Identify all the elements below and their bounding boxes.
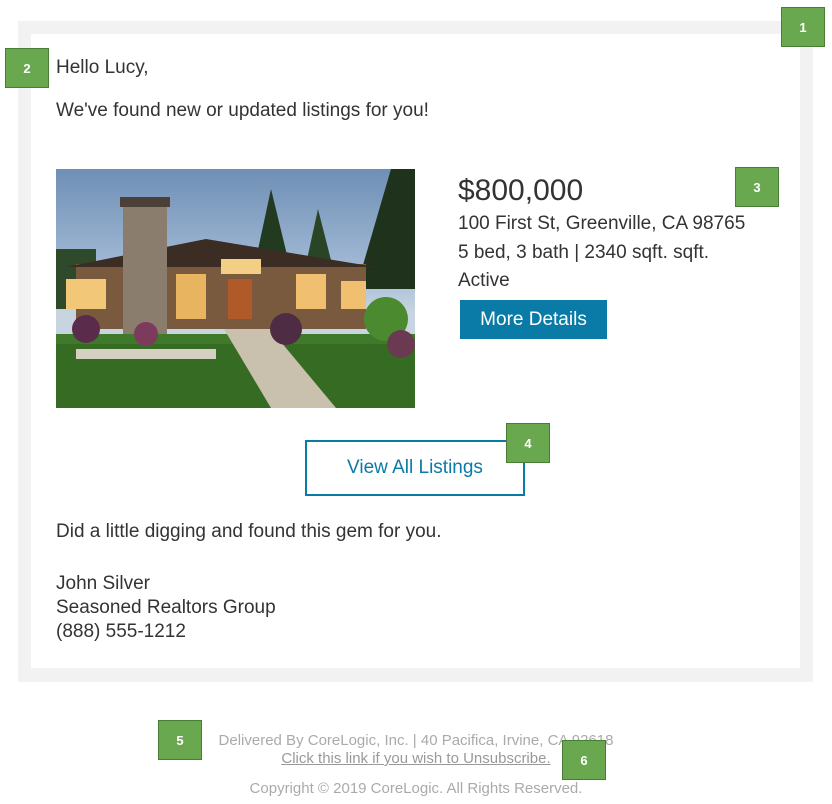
listing-specs: 5 bed, 3 bath | 2340 sqft. sqft. (458, 242, 710, 263)
view-all-listings-button[interactable]: View All Listings (305, 440, 525, 496)
annotation-badge-5: 5 (158, 720, 202, 760)
agent-phone: (888) 555-1212 (56, 621, 186, 642)
annotation-badge-1: 1 (781, 7, 825, 47)
listing-status: Active (458, 270, 510, 291)
greeting-text: Hello Lucy, (56, 57, 149, 78)
agent-company: Seasoned Realtors Group (56, 597, 276, 618)
annotation-badge-2: 2 (5, 48, 49, 88)
house-photo[interactable] (56, 169, 415, 408)
annotation-badge-3: 3 (735, 167, 779, 207)
footer-delivered: Delivered By CoreLogic, Inc. | 40 Pacifi… (218, 732, 614, 749)
annotation-badge-6: 6 (562, 740, 606, 780)
footer-copyright: Copyright © 2019 CoreLogic. All Rights R… (249, 780, 583, 797)
annotation-badge-4: 4 (506, 423, 550, 463)
listing-price: $800,000 (458, 174, 584, 207)
more-details-button[interactable]: More Details (460, 300, 607, 339)
unsubscribe-link[interactable]: Click this link if you wish to Unsubscri… (281, 750, 550, 767)
agent-name: John Silver (56, 573, 150, 594)
agent-signature: John Silver Seasoned Realtors Group (888… (56, 572, 276, 644)
footer-unsubscribe-row: Click this link if you wish to Unsubscri… (0, 750, 832, 767)
listing-address: 100 First St, Greenville, CA 98765 (458, 213, 746, 234)
agent-message: Did a little digging and found this gem … (56, 521, 442, 542)
intro-text: We've found new or updated listings for … (56, 100, 429, 121)
house-illustration (56, 169, 415, 408)
